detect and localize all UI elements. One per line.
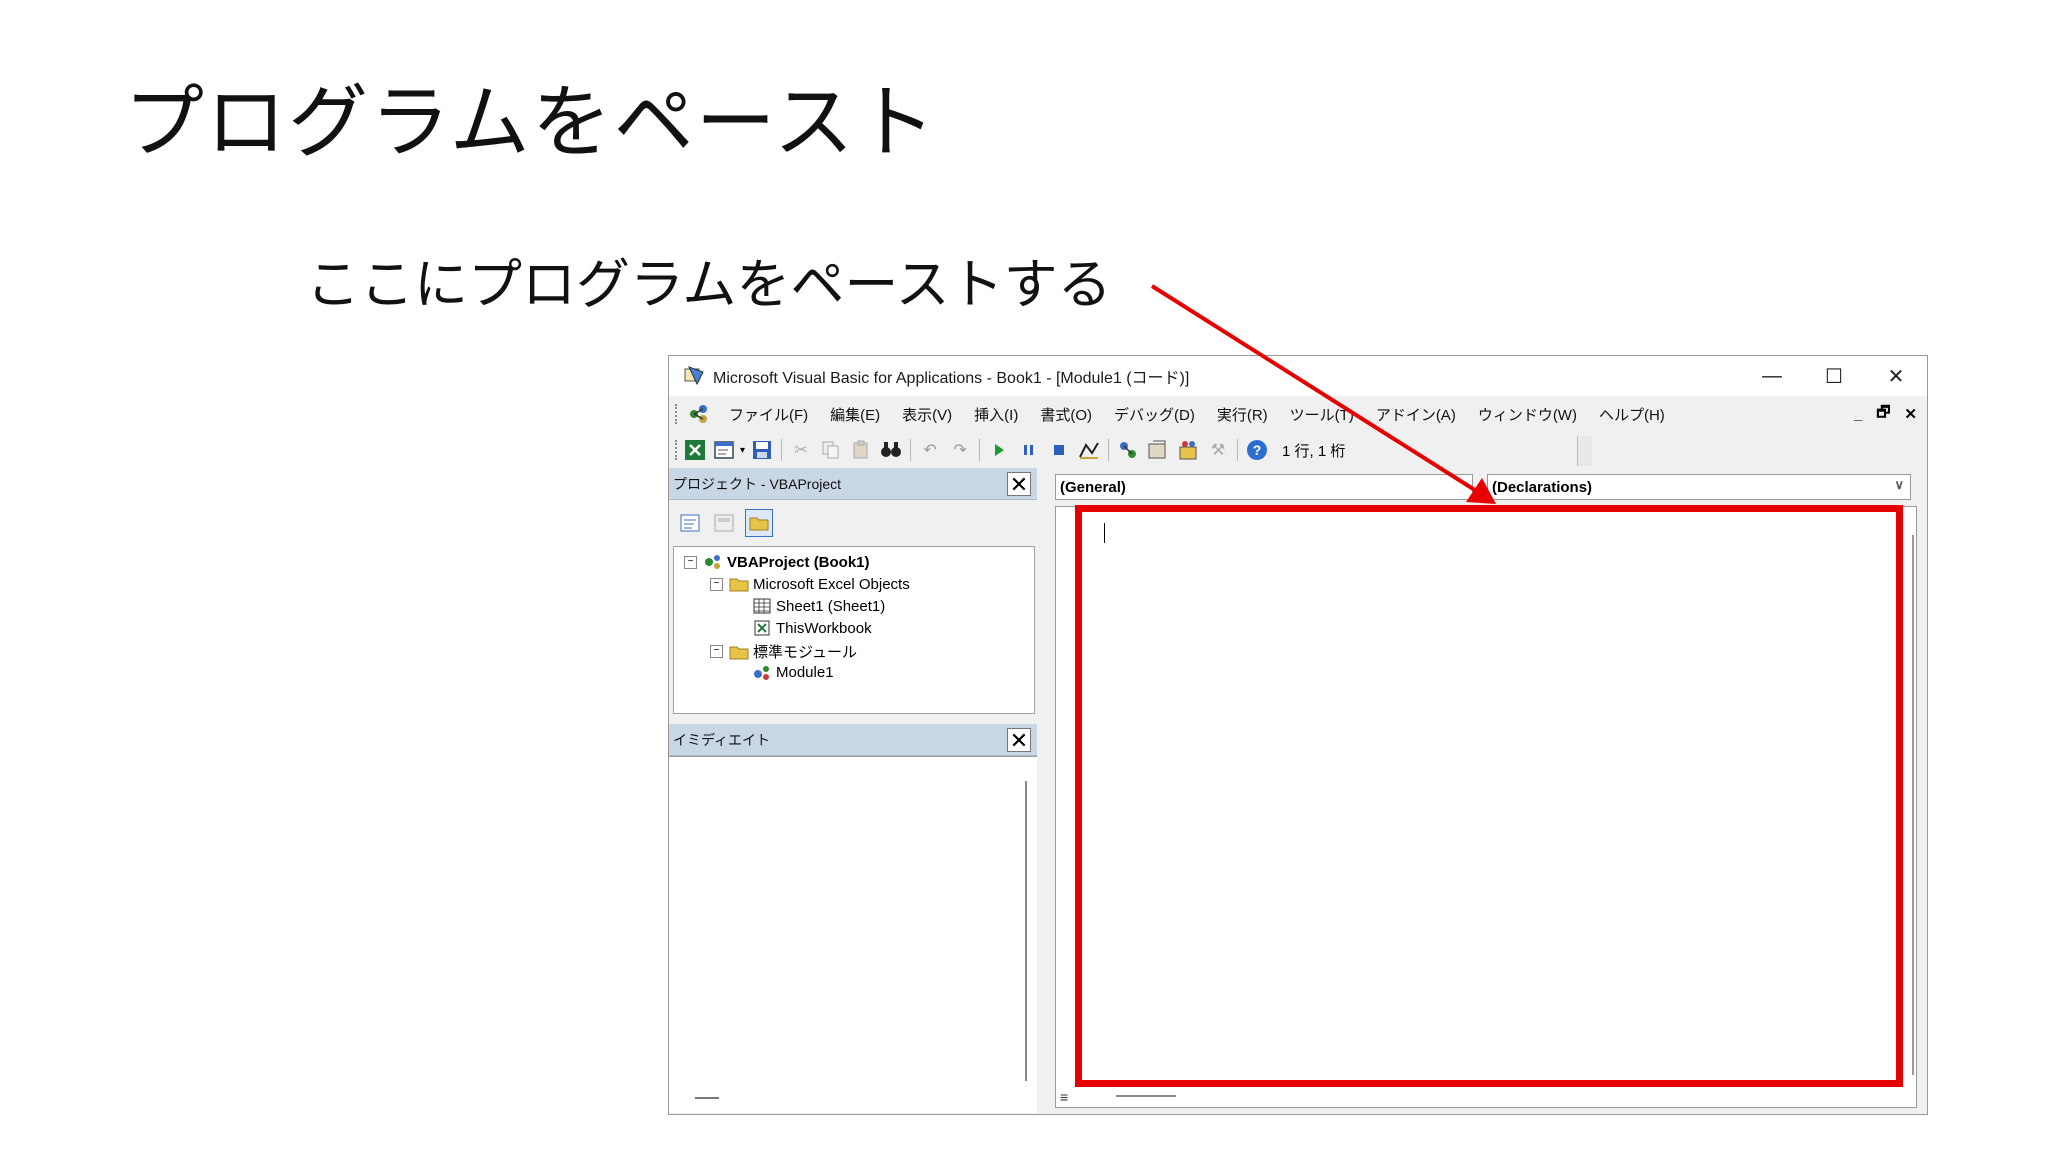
immediate-scrollbar[interactable]	[1025, 781, 1027, 1081]
procedure-view-icon[interactable]: ≡	[1060, 1089, 1068, 1105]
tree-node-module1[interactable]: Module1	[752, 663, 834, 681]
annotation-text: ここにプログラムをペーストする	[306, 253, 1112, 316]
window-controls: — ☐ ✕	[1741, 356, 1927, 396]
tree-label-sheet1: Sheet1 (Sheet1)	[776, 597, 886, 615]
menu-run[interactable]: 実行(R)	[1217, 404, 1268, 425]
help-icon[interactable]: ?	[1244, 437, 1270, 463]
window-title: Microsoft Visual Basic for Applications …	[713, 370, 1190, 387]
menu-bar: ファイル(F) 編集(E) 表示(V) 挿入(I) 書式(O) デバッグ(D) …	[669, 396, 1927, 432]
tree-label-thisworkbook: ThisWorkbook	[776, 619, 872, 637]
object-combo-value: (General)	[1060, 478, 1126, 496]
dropdown-arrow-icon[interactable]: ▾	[740, 445, 745, 456]
toggle-folders-icon[interactable]	[745, 509, 773, 537]
menu-help[interactable]: ヘルプ(H)	[1599, 404, 1665, 425]
collapse-icon[interactable]: −	[710, 645, 723, 658]
tree-label-module1: Module1	[776, 663, 834, 681]
folder-open-icon	[729, 646, 749, 659]
slide-title: プログラムをペースト	[124, 76, 938, 169]
immediate-hscrollbar[interactable]	[695, 1097, 719, 1099]
chevron-down-icon[interactable]: ∨	[1894, 477, 1904, 493]
undo-icon[interactable]: ↶	[917, 437, 943, 463]
project-explorer-icon[interactable]	[1115, 437, 1141, 463]
project-tree: − VBAProject (Book1) − Microsoft Excel O…	[673, 546, 1035, 714]
view-object-icon[interactable]	[711, 510, 737, 536]
sheet-icon	[753, 598, 771, 614]
vba-app-icon	[684, 366, 704, 386]
paste-icon[interactable]	[848, 437, 874, 463]
menu-format[interactable]: 書式(O)	[1040, 404, 1092, 425]
project-panel-title: プロジェクト - VBAProject	[673, 475, 842, 492]
tree-label-excel-objects: Microsoft Excel Objects	[753, 575, 910, 593]
project-panel-close-button[interactable]: ✕	[1007, 472, 1031, 497]
reset-icon[interactable]	[1046, 437, 1072, 463]
tree-node-excel-objects[interactable]: − Microsoft Excel Objects	[710, 575, 910, 593]
tree-label-modules: 標準モジュール	[753, 644, 857, 661]
procedure-combo[interactable]: (Declarations) ∨	[1487, 474, 1911, 500]
procedure-combo-value: (Declarations)	[1492, 478, 1593, 496]
mdi-restore-button[interactable]: 🗗	[1876, 402, 1890, 427]
vba-menu-icon[interactable]	[686, 402, 712, 426]
immediate-panel-close-button[interactable]: ✕	[1007, 728, 1031, 753]
save-icon[interactable]	[749, 437, 775, 463]
find-icon[interactable]	[878, 437, 904, 463]
vbaproject-icon	[705, 555, 720, 569]
toolbar-grip[interactable]	[675, 440, 680, 460]
title-bar[interactable]: Microsoft Visual Basic for Applications …	[669, 356, 1927, 396]
close-button[interactable]: ✕	[1865, 356, 1927, 396]
copy-icon[interactable]	[818, 437, 844, 463]
cut-icon[interactable]: ✂	[788, 437, 814, 463]
svg-text:?: ?	[1253, 442, 1262, 458]
insert-userform-icon[interactable]	[712, 437, 738, 463]
tree-node-modules[interactable]: − 標準モジュール	[710, 641, 857, 662]
tree-node-vbaproject[interactable]: − VBAProject (Book1)	[684, 553, 870, 571]
collapse-icon[interactable]: −	[684, 555, 697, 569]
menu-insert[interactable]: 挿入(I)	[974, 404, 1018, 425]
immediate-panel-header: イミディエイト ✕	[669, 724, 1037, 756]
menu-edit[interactable]: 編集(E)	[830, 404, 880, 425]
code-hscrollbar[interactable]	[1116, 1095, 1176, 1097]
mdi-close-button[interactable]: ✕	[1904, 405, 1917, 423]
workbook-icon	[754, 620, 770, 636]
redo-icon[interactable]: ↷	[947, 437, 973, 463]
menu-view[interactable]: 表示(V)	[902, 404, 952, 425]
toolbar-overflow-handle[interactable]	[1577, 436, 1592, 466]
module-icon	[754, 666, 769, 680]
collapse-icon[interactable]: −	[710, 577, 723, 591]
folder-open-icon	[729, 578, 749, 592]
run-icon[interactable]	[986, 437, 1012, 463]
menu-file[interactable]: ファイル(F)	[729, 404, 808, 425]
view-code-icon[interactable]	[677, 510, 703, 536]
maximize-button[interactable]: ☐	[1803, 356, 1865, 396]
menu-addins[interactable]: アドイン(A)	[1376, 404, 1456, 425]
immediate-window[interactable]	[669, 756, 1037, 1113]
mdi-controls: _ 🗗 ✕	[1854, 396, 1917, 432]
code-scrollbar[interactable]	[1912, 535, 1914, 1075]
pause-icon[interactable]	[1016, 437, 1042, 463]
menu-debug[interactable]: デバッグ(D)	[1114, 404, 1195, 425]
standard-toolbar: ▾ ✂ ↶ ↷ ⚒ ? 1 行, 1 桁	[669, 432, 1591, 468]
excel-icon[interactable]	[682, 437, 708, 463]
tree-node-sheet1[interactable]: Sheet1 (Sheet1)	[752, 597, 885, 615]
tree-node-thisworkbook[interactable]: ThisWorkbook	[752, 619, 872, 637]
cursor-position-status: 1 行, 1 桁	[1282, 442, 1346, 460]
menu-grip[interactable]	[675, 404, 680, 424]
minimize-button[interactable]: —	[1741, 356, 1803, 396]
object-browser-icon[interactable]	[1175, 437, 1201, 463]
code-editor[interactable]: ≡	[1055, 506, 1917, 1108]
design-mode-icon[interactable]	[1076, 437, 1102, 463]
immediate-panel-title: イミディエイト	[673, 731, 771, 748]
properties-icon[interactable]	[1145, 437, 1171, 463]
text-caret	[1104, 523, 1105, 543]
menu-tools[interactable]: ツール(T)	[1290, 404, 1354, 425]
project-panel-header: プロジェクト - VBAProject ✕	[669, 468, 1037, 500]
tree-label-vbaproject: VBAProject (Book1)	[727, 553, 870, 571]
toolbox-icon[interactable]: ⚒	[1205, 437, 1231, 463]
code-pane: (General) (Declarations) ∨ ≡	[1047, 468, 1927, 1114]
project-toolbar	[669, 504, 1037, 542]
vbe-window: Microsoft Visual Basic for Applications …	[668, 355, 1928, 1115]
menu-window[interactable]: ウィンドウ(W)	[1478, 404, 1577, 425]
object-combo[interactable]: (General)	[1055, 474, 1473, 500]
mdi-minimize-button[interactable]: _	[1854, 406, 1862, 423]
